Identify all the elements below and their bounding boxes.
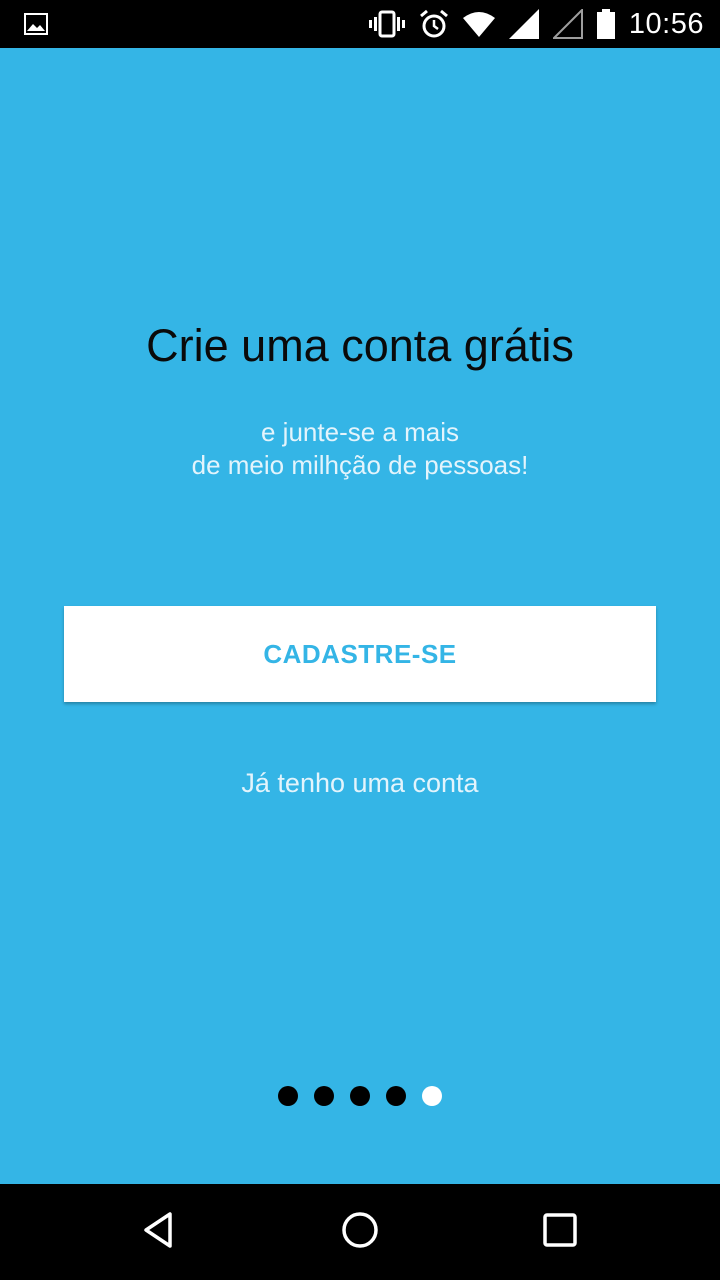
signal-empty-icon [552,9,583,39]
home-button[interactable] [300,1184,420,1280]
page-dot-1[interactable] [278,1086,298,1106]
back-button[interactable] [100,1184,220,1280]
page-dot-3[interactable] [350,1086,370,1106]
page-dot-4[interactable] [386,1086,406,1106]
signup-button[interactable]: CADASTRE-SE [64,606,656,702]
page-indicator [0,1086,720,1106]
page-subtitle: e junte-se a mais de meio milhção de pes… [0,416,720,482]
recents-button[interactable] [500,1184,620,1280]
wifi-icon [462,11,495,37]
page-title: Crie uma conta grátis [146,320,574,371]
battery-icon [596,9,615,39]
onboarding-screen: 10:56 Crie uma conta grátis e junte-se a… [0,0,720,1280]
image-notification-icon [24,13,48,35]
alarm-icon [419,9,449,39]
page-dot-5-active[interactable] [422,1086,442,1106]
recents-icon [542,1212,578,1253]
signal-icon [508,9,539,39]
subtitle-line-2: de meio milhção de pessoas! [191,450,529,480]
status-bar: 10:56 [0,0,720,48]
back-icon [140,1210,180,1255]
status-time: 10:56 [628,7,704,40]
navigation-bar [0,1184,720,1280]
vibrate-icon [368,10,405,38]
subtitle-line-1: e junte-se a mais [261,417,459,447]
home-icon [340,1210,380,1255]
login-link[interactable]: Já tenho uma conta [0,768,720,799]
page-dot-2[interactable] [314,1086,334,1106]
